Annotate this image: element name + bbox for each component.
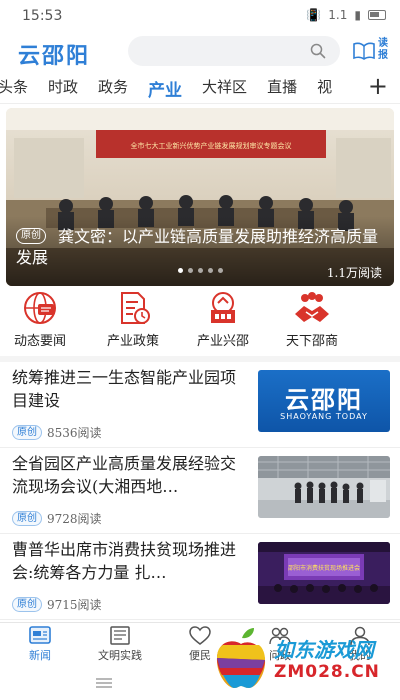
quick-label: 产业兴邵 [196,334,249,349]
channel-tab[interactable]: 大祥区 [202,76,247,101]
quick-item-industry[interactable]: 产业兴邵 [183,290,263,350]
status-time: 15:53 [22,8,63,24]
banner-dot[interactable] [218,268,223,273]
quick-label: 天下邵商 [285,334,338,349]
banner-title[interactable]: 龚文密：以产业链高质量发展助推经济高质量发展 [16,226,388,268]
channel-tab[interactable]: 头条 [0,76,28,101]
news-tag: 原创 [12,597,42,612]
news-tag: 原创 [12,425,42,440]
news-item[interactable]: 全省园区产业高质量发展经验交流现场会议(大湘西地… 原创 9728阅读 [0,448,400,534]
nav-label: 新闻 [29,649,51,662]
news-tag: 原创 [12,511,42,526]
watermark-text: 如东游戏网 [274,638,374,662]
news-title[interactable]: 全省园区产业高质量发展经验交流现场会议(大湘西地… [12,452,248,498]
quick-item-policy[interactable]: 产业政策 [93,290,173,350]
banner-reads: 1.1万阅读 [326,266,382,280]
app-header: 云邵阳 读 报 [0,32,400,70]
vibrate-icon: 📳 [306,8,322,22]
heart-icon [189,626,211,645]
news-icon [29,626,51,644]
banner-pagination [178,268,223,273]
read-label-2: 报 [378,50,388,61]
app-logo: 云邵阳 [18,43,91,69]
thumb-logo: 云邵阳 [285,385,363,414]
news-thumbnail: 邵阳市消费扶贫现场推进会 [258,542,390,604]
news-item[interactable]: 曹普华出席市消费扶贫现场推进会:统筹各方力量 扎… 原创 9715阅读 邵阳市消… [0,534,400,620]
handshake-icon [295,292,329,322]
quick-nav: 动态要闻 产业政策 产业兴邵 天下邵商 [0,290,400,350]
banner-dot[interactable] [208,268,213,273]
channel-tabs: 头条 时政 政务 产业 大祥区 直播视 [0,76,352,101]
banner-dot[interactable] [178,268,183,273]
banner-tag: 原创 [16,228,46,244]
news-reads: 9728阅读 [47,512,102,526]
menu-icon[interactable] [96,678,112,688]
news-title[interactable]: 曹普华出席市消费扶贫现场推进会:统筹各方力量 扎… [12,538,248,584]
search-input[interactable] [128,36,340,66]
apple-logo-icon [216,628,266,688]
news-item[interactable]: 统筹推进三一生态智能产业园项目建设 原创 8536阅读 云邵阳 SHAOYANG… [0,362,400,448]
nav-label: 文明实践 [98,649,142,662]
network-speed: 1.1 [328,8,348,22]
news-reads: 9715阅读 [47,598,102,612]
thumb-subtitle: SHAOYANG TODAY [280,412,368,421]
quick-item-merchants[interactable]: 天下邵商 [272,290,352,350]
channel-tab[interactable]: 政务 [98,76,128,101]
quick-label: 产业政策 [106,334,159,349]
tab-news[interactable]: 新闻 [0,625,80,665]
status-icons: 📳 1.1 ▮ [306,8,386,22]
add-channel-button[interactable]: + [368,74,388,98]
news-reads: 8536阅读 [47,426,102,440]
globe-news-icon [24,292,56,324]
channel-tab[interactable]: 时政 [48,76,78,101]
banner-dot[interactable] [198,268,203,273]
thumb-caption: 邵阳市消费扶贫现场推进会 [288,564,360,572]
policy-document-icon [121,292,150,324]
news-thumbnail: 云邵阳 SHAOYANG TODAY [258,370,390,432]
industry-building-icon [211,292,235,323]
quick-item-news[interactable]: 动态要闻 [0,290,80,350]
channel-tab[interactable]: 产业 [148,76,182,101]
news-meta: 原创 8536阅读 [12,424,102,441]
watermark-url: ZM028.CN [274,662,380,682]
news-meta: 原创 9715阅读 [12,596,102,613]
channel-bar: 头条 时政 政务 产业 大祥区 直播视 + [0,72,400,104]
tab-civilization-practice[interactable]: 文明实践 [80,625,160,665]
status-bar: 15:53 📳 1.1 ▮ [0,0,400,32]
news-thumbnail [258,456,390,518]
banner-dot[interactable] [188,268,193,273]
watermark: 如东游戏网 ZM028.CN [210,622,400,692]
read-newspaper-button[interactable]: 读 报 [350,38,394,66]
channel-tab[interactable]: 视 [317,76,332,101]
read-badge-label: 读 报 [378,38,390,62]
open-book-icon [353,42,375,60]
signal-icon: ▮ [354,8,361,22]
banner-carousel[interactable]: 全市七大工业新兴优势产业链发展规划审议专题会议 龚文密：以产业链高质量发展助推经… [6,108,394,286]
news-meta: 原创 9728阅读 [12,510,102,527]
news-title[interactable]: 统筹推进三一生态智能产业园项目建设 [12,366,248,412]
read-label-1: 读 [378,38,388,49]
channel-tab[interactable]: 直播 [267,76,297,101]
battery-icon [368,10,386,20]
banner-photo-caption: 全市七大工业新兴优势产业链发展规划审议专题会议 [131,141,292,150]
search-icon[interactable] [310,43,326,59]
quick-label: 动态要闻 [13,334,66,349]
newspaper-icon [110,626,130,645]
